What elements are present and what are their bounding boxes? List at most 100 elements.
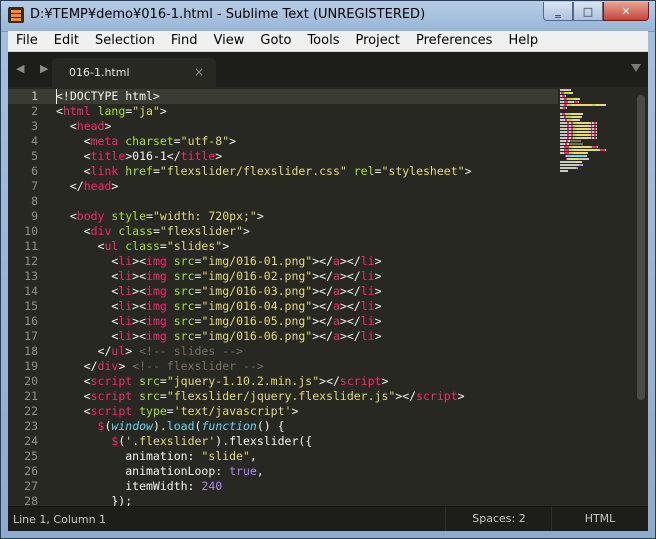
tab-list-dropdown-icon[interactable]	[631, 64, 641, 72]
code-line[interactable]: <body style="width: 720px;">	[56, 209, 558, 224]
tab-nav-arrows-icon[interactable]: ◀ ▶	[16, 62, 54, 75]
code-line[interactable]: <script src="jquery-1.10.2.min.js"></scr…	[56, 374, 558, 389]
code-line[interactable]: <li><img src="img/016-03.png"></a></li>	[56, 284, 558, 299]
code-token: li	[360, 269, 375, 283]
code-token: src	[132, 389, 160, 403]
code-token: li	[118, 254, 133, 268]
code-token: >	[381, 374, 389, 388]
code-token: "flexslider/jquery.flexslider.js"	[166, 389, 396, 403]
code-line[interactable]: <li><img src="img/016-05.png"></a></li>	[56, 314, 558, 329]
code-token: img	[146, 314, 167, 328]
maximize-button[interactable]: □	[573, 2, 603, 21]
vertical-scrollbar[interactable]	[637, 95, 645, 400]
code-line[interactable]: <meta charset="utf-8">	[56, 134, 558, 149]
code-token: =	[159, 374, 167, 388]
menu-project[interactable]: Project	[347, 31, 407, 51]
menu-help[interactable]: Help	[500, 31, 546, 51]
code-token: ,	[256, 464, 264, 478]
menu-goto[interactable]: Goto	[252, 31, 299, 51]
menu-edit[interactable]: Edit	[46, 31, 87, 51]
code-token: ></	[312, 254, 334, 268]
code-token: >	[374, 329, 382, 343]
code-token: <	[56, 209, 77, 223]
line-number: 19	[24, 359, 38, 373]
code-line[interactable]: animation: "slide",	[56, 449, 558, 464]
code-token: >	[291, 404, 299, 418]
code-line[interactable]: <li><img src="img/016-04.png"></a></li>	[56, 299, 558, 314]
code-token: >	[159, 104, 167, 118]
code-token: animation:	[56, 449, 202, 463]
line-number: 6	[31, 164, 38, 178]
minimap-line	[560, 140, 628, 142]
code-token: window	[111, 419, 153, 433]
code-lines[interactable]: <!DOCTYPE html> <html lang="ja"> <head> <…	[52, 89, 558, 507]
code-line[interactable]: animationLoop: true,	[56, 464, 558, 479]
menu-tools[interactable]: Tools	[299, 31, 347, 51]
editor-pane: ◀ ▶ 016-1.html × 1 2 3 4 5 6 7 8 9 10 11 12 13 14 15 16…	[8, 52, 648, 531]
code-line[interactable]: <title>016-1</title>	[56, 149, 558, 164]
menu-view[interactable]: View	[206, 31, 253, 51]
menu-file[interactable]: File	[8, 31, 46, 51]
code-token: "jquery-1.10.2.min.js"	[166, 374, 320, 388]
tab-close-icon[interactable]: ×	[194, 65, 204, 79]
code-line[interactable]	[56, 194, 558, 209]
line-number: 12	[24, 254, 38, 268]
code-token: "utf-8"	[180, 134, 230, 148]
code-line[interactable]: </head>	[56, 179, 558, 194]
code-token: a	[333, 314, 340, 328]
code-line[interactable]: $(window).load(function() {	[56, 419, 558, 434]
code-area[interactable]: 1 2 3 4 5 6 7 8 9 10 11 12 13 14 15 16 17 18 19 20 21 22 23 24 2…	[8, 87, 648, 507]
code-line[interactable]: <div class="flexslider">	[56, 224, 558, 239]
code-token: <	[56, 134, 91, 148]
minimap[interactable]	[560, 89, 628, 179]
code-token: >	[125, 344, 140, 358]
code-token: "ja"	[132, 104, 160, 118]
close-button[interactable]: ✕	[603, 2, 649, 21]
tab-016-1-html[interactable]: 016-1.html ×	[52, 58, 216, 87]
code-line[interactable]: <script type='text/javascript'>	[56, 404, 558, 419]
menu-selection[interactable]: Selection	[87, 31, 163, 51]
code-token: href	[118, 164, 153, 178]
code-line[interactable]: <!DOCTYPE html>	[52, 89, 558, 104]
code-line[interactable]: <script src="flexslider/jquery.flexslide…	[56, 389, 558, 404]
code-token: "img/016-06.png"	[201, 329, 313, 343]
menu-preferences[interactable]: Preferences	[408, 31, 500, 51]
minimap-line	[560, 113, 628, 115]
code-token: ).flexslider({	[215, 434, 313, 448]
code-line[interactable]: </ul> <!-- slides -->	[56, 344, 558, 359]
code-token: </	[56, 359, 98, 373]
indentation-selector[interactable]: Spaces: 2	[445, 507, 552, 531]
code-token: a	[333, 329, 340, 343]
line-number: 18	[24, 344, 38, 358]
code-token: img	[146, 254, 167, 268]
code-token: html	[62, 104, 91, 118]
code-token: =	[159, 389, 167, 403]
code-token: src	[166, 254, 195, 268]
code-line[interactable]: <head>	[56, 119, 558, 134]
code-line[interactable]: $('.flexslider').flexslider({	[56, 434, 558, 449]
code-token: >016-1</	[125, 149, 181, 163]
code-line[interactable]: <li><img src="img/016-06.png"></a></li>	[56, 329, 558, 344]
code-line[interactable]: </div> <!-- flexslider -->	[56, 359, 558, 374]
menu-find[interactable]: Find	[163, 31, 206, 51]
minimap-line	[560, 104, 628, 106]
code-token: title	[180, 149, 216, 163]
code-token: "width: 720px;"	[152, 209, 257, 223]
minimap-line	[560, 152, 628, 154]
syntax-selector[interactable]: HTML	[551, 507, 648, 531]
code-line[interactable]: <li><img src="img/016-01.png"></a></li>	[56, 254, 558, 269]
minimap-line	[560, 116, 628, 118]
code-line[interactable]: <link href="flexslider/flexslider.css" r…	[56, 164, 558, 179]
code-line[interactable]: <li><img src="img/016-02.png"></a></li>	[56, 269, 558, 284]
minimap-line	[560, 125, 628, 127]
minimize-button[interactable]: ‗	[543, 2, 573, 21]
code-token: "stylesheet"	[381, 164, 465, 178]
code-line[interactable]: <ul class="slides">	[56, 239, 558, 254]
minimap-line	[560, 95, 628, 97]
code-line[interactable]: <html lang="ja">	[56, 104, 558, 119]
title-bar[interactable]: D:¥TEMP¥demo¥016-1.html - Sublime Text (…	[1, 1, 655, 32]
code-token: '.flexslider'	[125, 434, 216, 448]
code-line[interactable]: itemWidth: 240	[56, 479, 558, 494]
minimap-line	[560, 155, 628, 157]
